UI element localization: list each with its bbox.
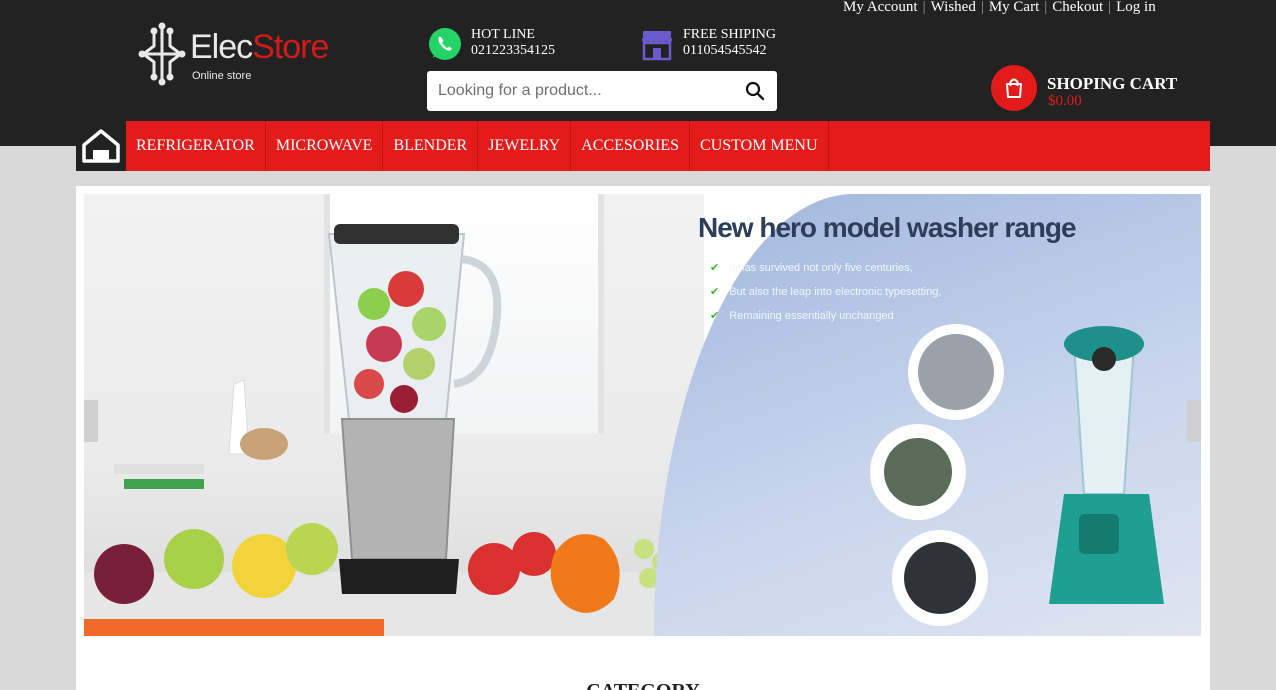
shipping-number: 011054545542 xyxy=(683,43,767,58)
banner-feature-list: It has survived not only five centuries,… xyxy=(710,256,941,328)
shopping-cart[interactable]: SHOPING CART $0.00 xyxy=(991,65,1191,113)
nav-item-accesories[interactable]: ACCESORIES xyxy=(571,121,691,171)
category-heading: CATEGORY xyxy=(76,680,1210,690)
cart-total: $0.00 xyxy=(1048,93,1082,109)
kitchen-scene xyxy=(84,194,704,636)
my-cart-link[interactable]: My Cart xyxy=(989,0,1039,16)
link-separator: | xyxy=(980,0,984,15)
banner-headline: New hero model washer range xyxy=(698,212,1077,243)
hotline-block: HOT LINE 021223354125 xyxy=(427,26,555,62)
nav-item-blender[interactable]: BLENDER xyxy=(383,121,479,171)
search-input[interactable] xyxy=(427,71,727,111)
nav-item-refrigerator[interactable]: REFRIGERATOR xyxy=(126,121,266,171)
cart-title: SHOPING CART xyxy=(1047,74,1178,93)
nav-item-jewelry[interactable]: JEWELRY xyxy=(478,121,572,171)
checkout-link[interactable]: Chekout xyxy=(1052,0,1103,16)
login-link[interactable]: Log in xyxy=(1116,0,1156,16)
banner-feature-item: Remaining essentially unchanged xyxy=(710,304,941,328)
home-icon xyxy=(82,129,120,163)
shipping-label: FREE SHIPING xyxy=(683,27,776,42)
hotline-number: 021223354125 xyxy=(471,43,555,58)
hotline-label: HOT LINE xyxy=(471,27,535,42)
wished-link[interactable]: Wished xyxy=(931,0,976,16)
site-logo[interactable]: ElecStore Online store xyxy=(138,22,338,88)
logo-tagline: Online store xyxy=(192,70,252,82)
link-separator: | xyxy=(1108,0,1112,15)
circuit-logo-icon xyxy=(138,22,186,86)
search-icon[interactable] xyxy=(745,81,765,101)
my-account-link[interactable]: My Account xyxy=(843,0,918,16)
nav-item-custom-menu[interactable]: CUSTOM MENU xyxy=(690,121,829,171)
home-button[interactable] xyxy=(76,121,126,171)
top-links: My Account | Wished | My Cart | Chekout … xyxy=(843,0,1156,16)
search-bar xyxy=(427,71,777,111)
blender-illustration xyxy=(84,224,684,636)
logo-text: ElecStore xyxy=(190,28,329,66)
whatsapp-icon xyxy=(429,28,461,60)
banner-feature-item: But also the leap into electronic typese… xyxy=(710,280,941,304)
link-separator: | xyxy=(922,0,926,15)
main-nav: REFRIGERATOR MICROWAVE BLENDER JEWELRY A… xyxy=(76,121,1210,171)
hero-banner[interactable]: New hero model washer range It has survi… xyxy=(84,194,1201,636)
nav-item-microwave[interactable]: MICROWAVE xyxy=(266,121,384,171)
main-content: New hero model washer range It has survi… xyxy=(76,186,1210,690)
slider-next-button[interactable] xyxy=(1187,400,1201,442)
store-icon xyxy=(642,31,672,61)
banner-feature-item: It has survived not only five centuries, xyxy=(710,256,941,280)
slider-prev-button[interactable] xyxy=(84,400,98,442)
link-separator: | xyxy=(1044,0,1048,15)
cart-button[interactable] xyxy=(991,65,1037,111)
shipping-block: FREE SHIPING 011054545542 xyxy=(639,26,776,62)
shopping-bag-icon xyxy=(1006,78,1022,98)
